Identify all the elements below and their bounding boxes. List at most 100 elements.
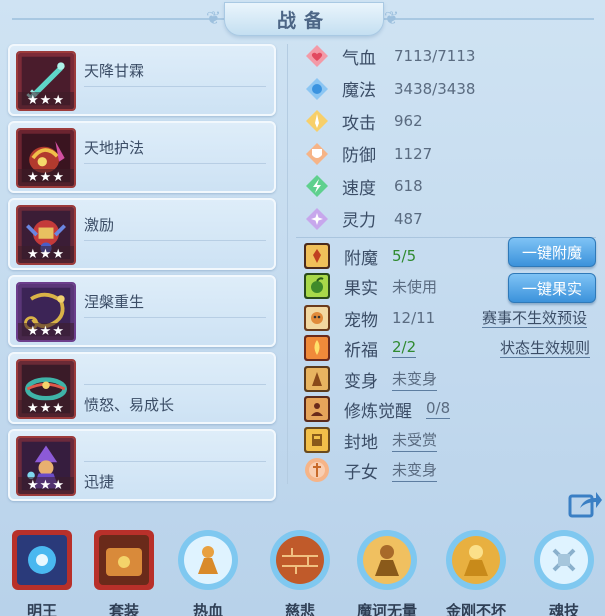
skill-name: 天降甘霖 bbox=[84, 62, 145, 80]
skill-separator bbox=[84, 461, 266, 462]
prop-value[interactable]: 未变身 bbox=[392, 368, 438, 391]
stat-row-spirit: 灵力 487 bbox=[294, 203, 600, 236]
page-title: 战备 bbox=[224, 2, 384, 36]
bottom-item-hunji[interactable]: 魂技 bbox=[528, 528, 600, 616]
stats-panel: 气血 7113/7113 魔法 3438/3438 攻击 962 防御 1127… bbox=[294, 40, 600, 235]
defense-icon bbox=[304, 141, 330, 167]
bottom-label: 热血 bbox=[192, 602, 223, 616]
prop-value[interactable]: 0/8 bbox=[426, 399, 451, 419]
stat-value: 962 bbox=[394, 112, 423, 131]
warrior-emblem-icon bbox=[176, 528, 240, 592]
fruit-icon bbox=[304, 273, 330, 299]
bottom-item-taozhuang[interactable]: 套装 bbox=[88, 528, 160, 616]
status-rules-link[interactable]: 状态生效规则 bbox=[500, 339, 591, 358]
stat-label: 气血 bbox=[342, 48, 376, 69]
bottom-bar: 明王 套装 热血 慈悲 魔诃无量 金刚不坏 魂技 bbox=[0, 525, 605, 616]
heart-icon bbox=[304, 43, 330, 69]
skill-stars: ★★★ bbox=[18, 92, 74, 109]
prop-row-transform: 变身 未变身 bbox=[304, 363, 438, 395]
prop-row-fruit: 果实 未使用 bbox=[304, 270, 437, 302]
stat-row-mp: 魔法 3438/3438 bbox=[294, 73, 600, 106]
bottom-item-jingangbuhuai[interactable]: 金刚不坏 bbox=[440, 528, 512, 616]
event-preset-link[interactable]: 赛事不生效预设 bbox=[482, 309, 588, 328]
bottom-item-cibei[interactable]: 慈悲 bbox=[264, 528, 336, 616]
attack-icon bbox=[304, 108, 330, 134]
spirit-icon bbox=[304, 206, 330, 232]
skill-stars: ★★★ bbox=[18, 169, 74, 186]
skill-separator bbox=[84, 163, 266, 164]
prop-label: 果实 bbox=[344, 278, 378, 299]
bottom-label: 套装 bbox=[108, 602, 139, 616]
stat-label: 魔法 bbox=[342, 81, 376, 102]
title-divider-right bbox=[384, 18, 594, 20]
one-click-fruit-button[interactable]: 一键果实 bbox=[508, 273, 596, 303]
skill-list: ★★★ 天降甘霖 ★★★ 天地护法 ★★★ 激励 ★★★ 涅槃重生 ★★★ 愤怒… bbox=[8, 44, 276, 506]
speed-icon bbox=[304, 173, 330, 199]
bottom-label: 魂技 bbox=[548, 602, 579, 616]
stat-row-hp: 气血 7113/7113 bbox=[294, 40, 600, 73]
stat-label: 攻击 bbox=[342, 113, 376, 134]
transform-icon bbox=[304, 366, 330, 392]
skill-separator bbox=[84, 317, 266, 318]
prop-value[interactable]: 未变身 bbox=[392, 459, 438, 482]
stat-row-speed: 速度 618 bbox=[294, 170, 600, 203]
prop-row-pet: 宠物 12/11 bbox=[304, 302, 435, 334]
bottom-item-mingwang[interactable]: 明王 bbox=[6, 528, 78, 616]
share-icon[interactable] bbox=[568, 488, 602, 518]
skill-stars: ★★★ bbox=[18, 400, 74, 417]
prop-row-enchant: 附魔 5/5 bbox=[304, 240, 416, 272]
stat-label: 防御 bbox=[342, 146, 376, 167]
skill-name: 天地护法 bbox=[84, 139, 145, 157]
bottom-item-rexue[interactable]: 热血 bbox=[172, 528, 244, 616]
skill-stars: ★★★ bbox=[18, 323, 74, 340]
stat-value: 618 bbox=[394, 177, 423, 196]
skill-card-3[interactable]: ★★★ 激励 bbox=[8, 198, 276, 270]
bottom-item-mohewuliang[interactable]: 魔诃无量 bbox=[351, 528, 423, 616]
skill-stars: ★★★ bbox=[18, 246, 74, 263]
prop-label: 封地 bbox=[344, 432, 378, 453]
stat-label: 灵力 bbox=[342, 211, 376, 232]
prop-row-children: 子女 未变身 bbox=[304, 454, 438, 486]
fief-icon bbox=[304, 427, 330, 453]
enchant-icon bbox=[304, 243, 330, 269]
children-icon bbox=[304, 457, 330, 483]
prop-label: 子女 bbox=[344, 462, 378, 483]
stat-row-attack: 攻击 962 bbox=[294, 105, 600, 138]
skill-name: 激励 bbox=[84, 216, 115, 234]
one-click-enchant-button[interactable]: 一键附魔 bbox=[508, 237, 596, 267]
skill-card-2[interactable]: ★★★ 天地护法 bbox=[8, 121, 276, 193]
prop-label: 附魔 bbox=[344, 248, 378, 269]
prop-value[interactable]: 2/2 bbox=[392, 338, 417, 358]
skill-name: 涅槃重生 bbox=[84, 293, 145, 311]
stat-row-defense: 防御 1127 bbox=[294, 138, 600, 171]
sword-icon: ★★★ bbox=[16, 51, 76, 111]
stat-value: 1127 bbox=[394, 144, 433, 163]
bottom-label: 金刚不坏 bbox=[445, 602, 506, 616]
skill-separator bbox=[84, 86, 266, 87]
skill-name: 迅捷 bbox=[84, 473, 115, 491]
skill-card-1[interactable]: ★★★ 天降甘霖 bbox=[8, 44, 276, 116]
chain-icon: ★★★ bbox=[16, 282, 76, 342]
stat-value: 7113/7113 bbox=[394, 47, 476, 66]
skill-card-5[interactable]: ★★★ 愤怒、易成长 bbox=[8, 352, 276, 424]
mage-icon: ★★★ bbox=[16, 436, 76, 496]
mana-icon bbox=[304, 76, 330, 102]
title-curl-right-icon: ❦ bbox=[384, 8, 400, 29]
skill-separator bbox=[84, 240, 266, 241]
warrior-icon: ★★★ bbox=[16, 205, 76, 265]
monk-icon bbox=[355, 528, 419, 592]
skill-separator bbox=[84, 384, 266, 385]
prop-value: 5/5 bbox=[392, 247, 417, 265]
golden-guardian-icon bbox=[444, 528, 508, 592]
wall-icon bbox=[268, 528, 332, 592]
bottom-label: 慈悲 bbox=[284, 602, 315, 616]
bottom-label: 魔诃无量 bbox=[356, 602, 417, 616]
skill-name: 愤怒、易成长 bbox=[84, 396, 175, 414]
prop-value[interactable]: 未受赏 bbox=[392, 429, 438, 452]
title-curl-left-icon: ❦ bbox=[206, 8, 222, 29]
skill-card-4[interactable]: ★★★ 涅槃重生 bbox=[8, 275, 276, 347]
skill-card-6[interactable]: ★★★ 迅捷 bbox=[8, 429, 276, 501]
awaken-icon bbox=[304, 396, 330, 422]
prop-label: 修炼觉醒 bbox=[344, 401, 412, 422]
bottom-label: 明王 bbox=[26, 602, 57, 616]
